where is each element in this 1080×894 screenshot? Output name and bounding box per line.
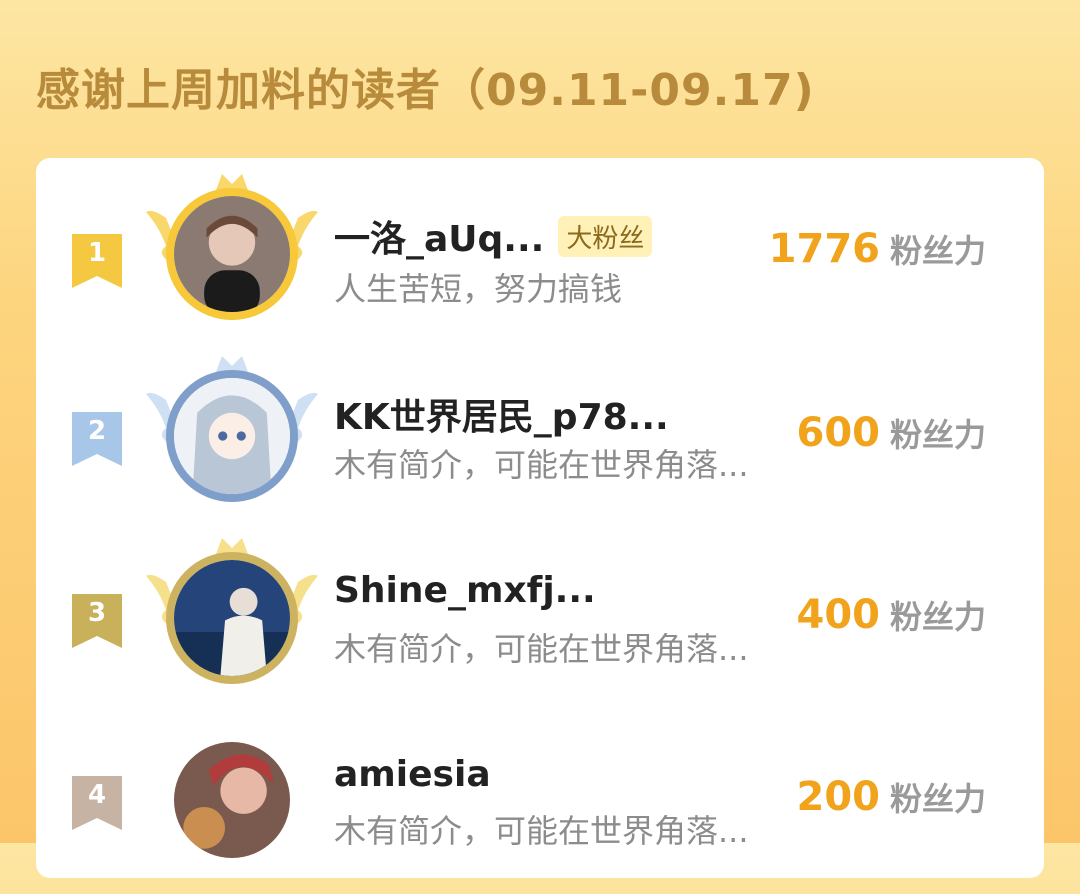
reader-row-3[interactable]: 3 Shine_mxfj... 木有简介，可能在世界角落... 400 粉丝力 xyxy=(36,532,1044,712)
reader-name-line: 一洛_aUq... 大粉丝 xyxy=(334,210,653,262)
avatar-frame[interactable] xyxy=(146,714,318,874)
rank-ribbon-icon: 4 xyxy=(72,776,122,830)
fan-power: 600 粉丝力 xyxy=(796,410,986,456)
fan-badge: 大粉丝 xyxy=(558,215,653,257)
reader-name[interactable]: amiesia xyxy=(334,754,491,795)
fan-power-unit: 粉丝力 xyxy=(889,598,986,636)
reader-bio: 木有简介，可能在世界角落... xyxy=(334,812,749,850)
rank-number: 4 xyxy=(87,780,107,810)
user-avatar-icon xyxy=(174,560,290,676)
reader-name-line: Shine_mxfj... xyxy=(334,570,596,611)
rank-ribbon-icon: 3 xyxy=(72,594,122,648)
reader-name[interactable]: KK世界居民_p78... xyxy=(334,388,669,440)
reader-name-line: KK世界居民_p78... xyxy=(334,388,669,440)
fan-power-unit: 粉丝力 xyxy=(889,416,986,454)
reader-ranking-list: 1 一洛_aUq... 大粉丝 人生苦短，努力搞钱 1776 粉丝力 2 KK世… xyxy=(36,158,1044,878)
avatar-frame[interactable] xyxy=(146,532,318,692)
reader-row-2[interactable]: 2 KK世界居民_p78... 木有简介，可能在世界角落... 600 粉丝力 xyxy=(36,350,1044,530)
user-avatar-icon xyxy=(174,196,290,312)
fan-power-unit: 粉丝力 xyxy=(889,232,986,270)
avatar-frame[interactable] xyxy=(146,350,318,510)
rank-number: 1 xyxy=(87,238,107,268)
fan-power-value: 400 xyxy=(796,592,880,638)
reader-bio: 木有简介，可能在世界角落... xyxy=(334,446,749,484)
reader-bio: 人生苦短，努力搞钱 xyxy=(334,270,623,308)
reader-name[interactable]: Shine_mxfj... xyxy=(334,570,596,611)
reader-row-4[interactable]: 4 amiesia 木有简介，可能在世界角落... 200 粉丝力 xyxy=(36,714,1044,894)
reader-row-1[interactable]: 1 一洛_aUq... 大粉丝 人生苦短，努力搞钱 1776 粉丝力 xyxy=(36,168,1044,348)
fan-power-value: 200 xyxy=(796,774,880,820)
fan-power-value: 1776 xyxy=(768,226,880,272)
rank-ribbon-icon: 2 xyxy=(72,412,122,466)
rank-number: 2 xyxy=(87,416,107,446)
reader-name-line: amiesia xyxy=(334,754,491,795)
user-avatar-icon xyxy=(174,378,290,494)
reader-bio: 木有简介，可能在世界角落... xyxy=(334,630,749,668)
rank-ribbon-icon: 1 xyxy=(72,234,122,288)
page-title: 感谢上周加料的读者（09.11-09.17) xyxy=(36,65,815,116)
fan-power: 400 粉丝力 xyxy=(796,592,986,638)
fan-power: 1776 粉丝力 xyxy=(769,226,986,272)
fan-power-value: 600 xyxy=(796,410,880,456)
reader-name[interactable]: 一洛_aUq... xyxy=(334,210,544,262)
rank-number: 3 xyxy=(87,598,107,628)
avatar-frame[interactable] xyxy=(146,168,318,328)
user-avatar-icon xyxy=(174,742,290,858)
fan-power-unit: 粉丝力 xyxy=(889,780,986,818)
fan-power: 200 粉丝力 xyxy=(796,774,986,820)
